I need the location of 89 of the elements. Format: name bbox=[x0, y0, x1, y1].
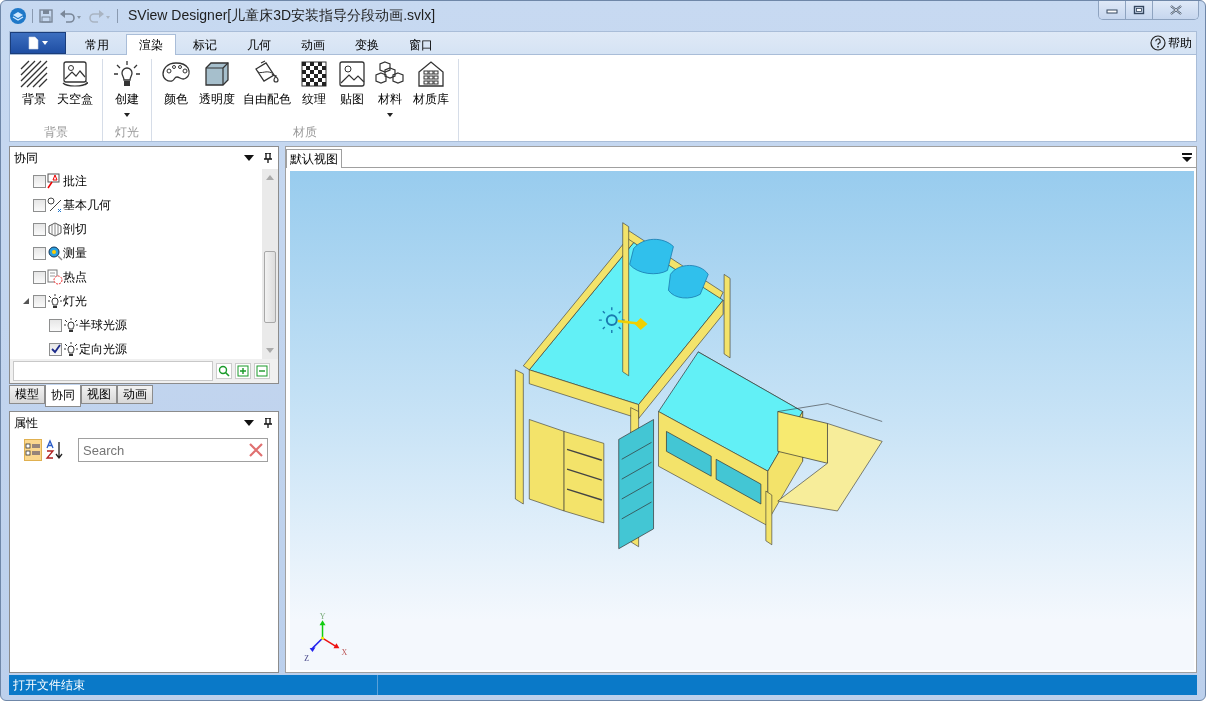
ribbon-tab[interactable]: 窗口 bbox=[396, 34, 446, 55]
ribbon-tab[interactable]: 渲染 bbox=[126, 34, 176, 55]
checkbox[interactable] bbox=[33, 246, 46, 260]
pin-icon[interactable] bbox=[264, 153, 272, 163]
scroll-down-icon[interactable] bbox=[266, 348, 274, 353]
axis-triad-icon bbox=[309, 620, 340, 653]
light-source-icon[interactable] bbox=[598, 306, 648, 334]
help-icon[interactable] bbox=[1150, 35, 1166, 51]
close-icon[interactable] bbox=[1168, 5, 1183, 15]
undo-icon[interactable] bbox=[59, 8, 83, 24]
ribbon-group-label: 材质 bbox=[292, 124, 318, 141]
panel-tab[interactable]: 模型 bbox=[9, 385, 45, 404]
cube-icon bbox=[202, 59, 232, 89]
checkbox[interactable] bbox=[49, 342, 62, 356]
filter-field[interactable] bbox=[13, 361, 213, 381]
ribbon-button[interactable]: 天空盒 bbox=[54, 59, 96, 119]
tree-item[interactable]: 测量 bbox=[63, 244, 87, 262]
checkbox[interactable] bbox=[49, 318, 62, 332]
panel-tab[interactable]: 动画 bbox=[117, 385, 153, 404]
tree-item[interactable]: 批注 bbox=[63, 172, 87, 190]
ribbon-tab[interactable]: 变换 bbox=[342, 34, 392, 55]
scrollbar[interactable] bbox=[262, 169, 278, 359]
ribbon-tab[interactable]: 常用 bbox=[72, 34, 122, 55]
axis-label: Y bbox=[319, 612, 326, 622]
axis-label: X bbox=[341, 648, 348, 658]
annotation-icon bbox=[47, 173, 63, 189]
scroll-up-icon[interactable] bbox=[266, 175, 274, 180]
3d-viewport[interactable]: Y X Z bbox=[290, 171, 1194, 670]
light-bulb-icon bbox=[47, 293, 63, 309]
axis-label: Z bbox=[304, 654, 310, 664]
panel-title: 协同 bbox=[14, 149, 39, 167]
tree-item[interactable]: 半球光源 bbox=[79, 316, 127, 334]
save-icon[interactable] bbox=[38, 8, 54, 24]
panel-tab[interactable]: 视图 bbox=[81, 385, 117, 404]
hatch-pattern-icon bbox=[19, 59, 49, 89]
ribbon-group-label: 背景 bbox=[43, 124, 69, 141]
file-menu-button[interactable] bbox=[10, 32, 66, 54]
tree-item[interactable]: 剖切 bbox=[63, 220, 87, 238]
ribbon-tab[interactable]: 标记 bbox=[180, 34, 230, 55]
checkbox[interactable] bbox=[33, 198, 46, 212]
maximize-button[interactable] bbox=[1126, 1, 1153, 19]
section-cube-icon bbox=[47, 221, 63, 237]
circle-line-icon bbox=[47, 197, 63, 213]
ribbon-tab[interactable]: 几何 bbox=[234, 34, 284, 55]
ribbon-button[interactable]: 背景 bbox=[16, 59, 52, 119]
dropdown-arrow-icon[interactable] bbox=[244, 420, 254, 426]
expand-toggle-icon[interactable] bbox=[23, 298, 29, 304]
menu-caret-icon[interactable] bbox=[1182, 152, 1192, 162]
tree-item[interactable]: 基本几何 bbox=[63, 196, 111, 214]
ribbon-button[interactable]: 创建 bbox=[109, 59, 145, 119]
maximize-icon[interactable] bbox=[1133, 5, 1145, 15]
ribbon-button[interactable]: 贴图 bbox=[334, 59, 370, 119]
dropdown-caret-icon[interactable] bbox=[124, 113, 130, 117]
checkbox[interactable] bbox=[33, 222, 46, 236]
window-title: SView Designer[儿童床3D安装指导分段动画.svlx] bbox=[128, 7, 437, 25]
checkbox[interactable] bbox=[33, 270, 46, 284]
ribbon-tab[interactable]: 动画 bbox=[288, 34, 338, 55]
light-bulb-icon bbox=[112, 59, 142, 89]
clear-icon[interactable] bbox=[248, 442, 264, 458]
panel-tab[interactable]: 协同 bbox=[45, 385, 81, 407]
dropdown-arrow-icon[interactable] bbox=[244, 155, 254, 161]
hotspot-icon bbox=[47, 269, 63, 285]
light-bulb-icon bbox=[63, 341, 79, 357]
ribbon-button[interactable]: 材质库 bbox=[410, 59, 452, 119]
view-tab[interactable]: 默认视图 bbox=[286, 149, 342, 168]
tree-item[interactable]: 热点 bbox=[63, 268, 87, 286]
picture-icon bbox=[337, 59, 367, 89]
checkbox[interactable] bbox=[33, 294, 46, 308]
status-text: 打开文件结束 bbox=[9, 675, 378, 695]
ribbon-group-label: 灯光 bbox=[114, 124, 140, 141]
ribbon-button[interactable]: 自由配色 bbox=[240, 59, 294, 119]
checkerboard-icon bbox=[299, 59, 329, 89]
ribbon-button[interactable]: 透明度 bbox=[196, 59, 238, 119]
ribbon-button[interactable]: 颜色 bbox=[158, 59, 194, 119]
tree-item[interactable]: 灯光 bbox=[63, 292, 87, 310]
help-button[interactable]: 帮助 bbox=[1150, 34, 1192, 52]
light-bulb-icon bbox=[63, 317, 79, 333]
pin-icon[interactable] bbox=[264, 418, 272, 428]
checkbox[interactable] bbox=[33, 174, 46, 188]
warehouse-icon bbox=[416, 59, 446, 89]
search-field[interactable]: Search bbox=[78, 438, 268, 462]
app-logo-icon[interactable] bbox=[9, 7, 27, 25]
document-caret-icon[interactable] bbox=[26, 36, 50, 50]
dropdown-caret-icon[interactable] bbox=[387, 113, 393, 117]
panel-title: 属性 bbox=[14, 414, 39, 432]
ribbon-button[interactable]: 纹理 bbox=[296, 59, 332, 119]
ribbon-button[interactable]: 材料 bbox=[372, 59, 408, 119]
landscape-picture-icon bbox=[60, 59, 90, 89]
tree-item[interactable]: 定向光源 bbox=[79, 340, 127, 358]
